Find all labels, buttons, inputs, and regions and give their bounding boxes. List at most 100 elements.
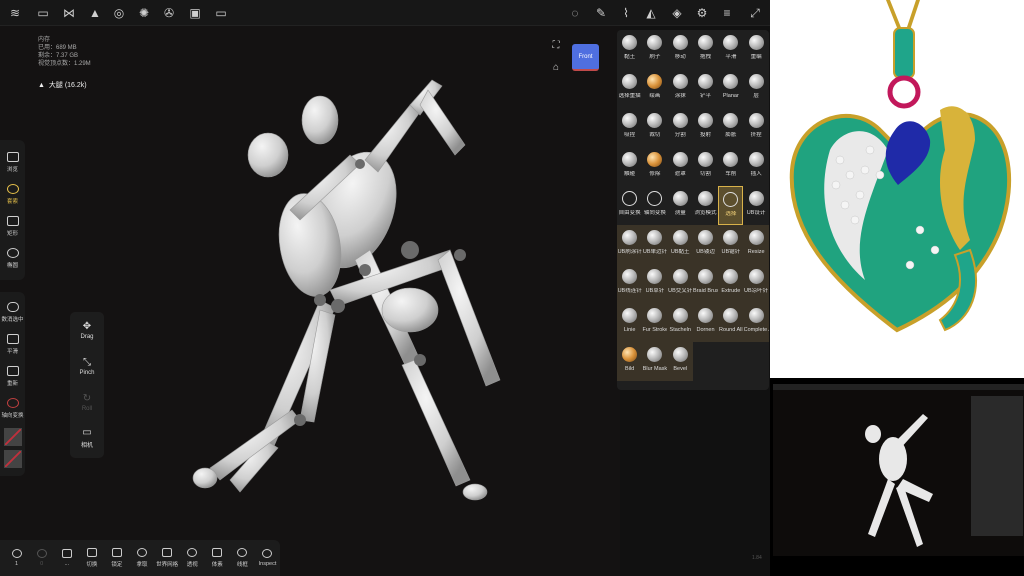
tool-ellipse[interactable]: 椭圆: [0, 242, 25, 274]
voxel-button[interactable]: 体素: [205, 548, 230, 568]
brush-item[interactable]: UB交叉针: [667, 264, 693, 303]
brush-item[interactable]: Complete Alpha: [743, 303, 769, 342]
brush-item[interactable]: 黏土: [617, 30, 642, 69]
wireframe-button[interactable]: 线框: [230, 548, 255, 568]
action-unmask[interactable]: 数消选中: [0, 296, 25, 328]
brush-item[interactable]: UB镂边: [692, 225, 719, 264]
aperture-icon[interactable]: ✇: [160, 4, 178, 22]
inspect-button[interactable]: Inspect: [255, 549, 280, 567]
brush-item[interactable]: 拖拽: [693, 30, 718, 69]
action-redo[interactable]: 重新: [0, 360, 25, 392]
brush-item[interactable]: 投射: [693, 108, 718, 147]
world-grid-button[interactable]: 世界网格: [155, 548, 180, 568]
tool-lasso[interactable]: 套索: [0, 178, 25, 210]
brush-item[interactable]: Dornen: [692, 303, 719, 342]
brush-item[interactable]: Resize: [743, 225, 769, 264]
globe-icon[interactable]: ◎: [110, 4, 128, 22]
brush-item[interactable]: 吸捏: [617, 108, 642, 147]
brush-item[interactable]: 裁切: [642, 108, 667, 147]
brush-item[interactable]: 切割: [693, 147, 718, 186]
brush-item[interactable]: UB设计: [743, 186, 768, 225]
sliders-icon[interactable]: ≡: [718, 4, 736, 22]
brush-item[interactable]: Stacheln: [667, 303, 693, 342]
lasso-icon[interactable]: ◌: [566, 4, 584, 22]
brush-item[interactable]: Bevel: [667, 342, 693, 381]
brush-item[interactable]: 浏览模式: [693, 186, 718, 225]
brush-item[interactable]: 选择重描: [617, 69, 642, 108]
home-icon[interactable]: ⌂: [550, 62, 562, 74]
tool-browse[interactable]: 浏览: [0, 146, 25, 178]
brush-item[interactable]: 自由变换: [617, 186, 642, 225]
brush-item[interactable]: Round All: [718, 303, 744, 342]
perspective-button[interactable]: 透视: [180, 548, 205, 568]
brush-item[interactable]: Linie: [617, 303, 643, 342]
brush-item[interactable]: UB锯针: [718, 225, 744, 264]
image-icon[interactable]: ▣: [186, 4, 204, 22]
secondary-swatch[interactable]: [3, 450, 22, 468]
brush-item[interactable]: 测量: [668, 186, 693, 225]
brush-item[interactable]: 膨胀: [718, 108, 743, 147]
color-swatch[interactable]: [3, 428, 22, 446]
brush-item[interactable]: 插入: [743, 147, 768, 186]
brush-item[interactable]: 修除: [642, 147, 667, 186]
undo-button[interactable]: 1: [4, 549, 29, 567]
brush-item[interactable]: Blur Mask: [642, 342, 668, 381]
brush-item[interactable]: 分割: [668, 108, 693, 147]
expand-icon[interactable]: ⤢: [746, 4, 764, 22]
brush-item[interactable]: 重编: [743, 30, 768, 69]
brush-item[interactable]: 层: [743, 69, 768, 108]
toggle-button[interactable]: 切换: [79, 548, 104, 568]
more-button[interactable]: ...: [54, 549, 79, 567]
contrast-icon[interactable]: ◭: [642, 4, 660, 22]
sun-icon[interactable]: ✺: [135, 4, 153, 22]
brush-item[interactable]: UB线连针: [617, 264, 643, 303]
action-smooth[interactable]: 平滑: [0, 328, 25, 360]
brush-item[interactable]: UB凉叶针: [743, 264, 769, 303]
pen-icon[interactable]: ✎: [592, 4, 610, 22]
female-foot: [192, 467, 218, 489]
brush-item[interactable]: 车削: [718, 147, 743, 186]
view-cube[interactable]: Front: [572, 44, 599, 71]
share-icon[interactable]: ⋈: [60, 4, 78, 22]
gesture-camera[interactable]: ▭ 相机: [70, 420, 104, 456]
brush-item[interactable]: 平滑: [718, 30, 743, 69]
brush-item[interactable]: 刷子: [642, 30, 667, 69]
tool-rectangle[interactable]: 矩形: [0, 210, 25, 242]
dropper-icon[interactable]: ⌇: [617, 4, 635, 22]
brush-item[interactable]: 绘画: [642, 69, 667, 108]
pick-button[interactable]: 拿取: [129, 548, 154, 568]
video-icon[interactable]: ▭: [212, 4, 230, 22]
logo-icon[interactable]: ≋: [6, 4, 24, 22]
brush-item[interactable]: 铲平: [693, 69, 718, 108]
stack-icon[interactable]: ◈: [668, 4, 686, 22]
layers-stack-icon[interactable]: ▲: [86, 4, 104, 22]
brush-item[interactable]: Bild: [617, 342, 643, 381]
brush-item[interactable]: 挤捏: [743, 108, 768, 147]
brush-item[interactable]: UB草针: [642, 264, 668, 303]
gesture-drag[interactable]: ✥ Drag: [70, 312, 104, 348]
brush-sphere-icon: [672, 191, 688, 206]
brush-item[interactable]: 触碰: [617, 147, 642, 186]
brush-item[interactable]: Extrude: [718, 264, 744, 303]
gear-icon[interactable]: ⚙: [693, 4, 711, 22]
folder-icon[interactable]: ▭: [34, 4, 52, 22]
lock-button[interactable]: 锁定: [104, 548, 129, 568]
brush-item[interactable]: Planar: [718, 69, 743, 108]
brush-item[interactable]: Fur Stroke: [642, 303, 668, 342]
brush-item[interactable]: UB黏土: [667, 225, 693, 264]
brush-item[interactable]: 遮罩: [668, 147, 693, 186]
brush-item[interactable]: 涂抹: [668, 69, 693, 108]
active-mesh-label[interactable]: ▲ 大腿 (16.2k): [38, 80, 87, 90]
fullscreen-icon[interactable]: ⛶: [550, 40, 562, 52]
brush-item[interactable]: UB刷涂针: [617, 225, 643, 264]
brush-item[interactable]: 选择: [718, 186, 744, 225]
brush-item[interactable]: 移动: [668, 30, 693, 69]
brush-item[interactable]: 轴向变换: [642, 186, 667, 225]
action-axis-transform[interactable]: 轴向变换: [0, 392, 25, 424]
gesture-pinch[interactable]: ⤡ Pinch: [70, 348, 104, 384]
brush-sphere-icon: [622, 308, 638, 323]
redo-button[interactable]: 0: [29, 549, 54, 567]
brush-item[interactable]: Braid Brush: [692, 264, 719, 303]
dancing-mannequins[interactable]: [170, 60, 530, 520]
brush-item[interactable]: UB单边针: [642, 225, 668, 264]
